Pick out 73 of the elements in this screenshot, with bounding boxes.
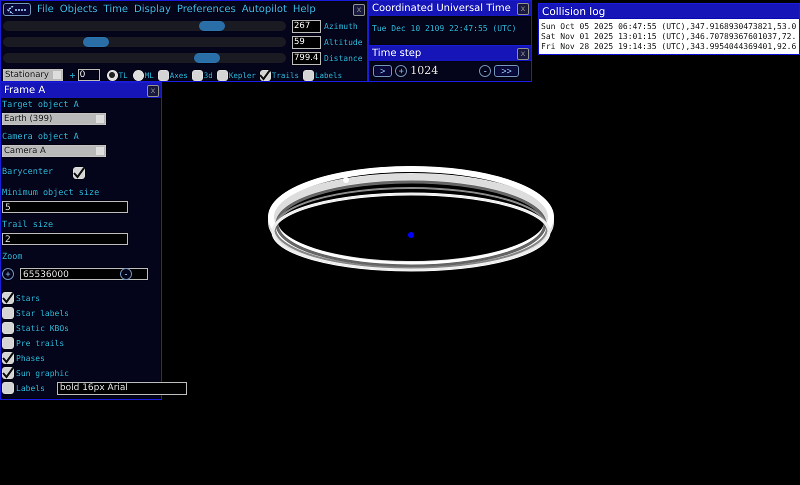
field-label: Barycenter (2, 166, 54, 179)
menu-item[interactable]: Preferences (176, 4, 236, 15)
slider-thumb[interactable] (199, 21, 226, 31)
menu-item[interactable]: Time (104, 4, 128, 15)
checkbox-label: Stars (16, 294, 40, 302)
checkbox[interactable] (2, 337, 14, 349)
decrease-button[interactable]: - (479, 64, 492, 76)
field-label: Minimum object size (2, 187, 100, 200)
radio-button[interactable] (132, 70, 144, 80)
menu-item[interactable]: Help (292, 4, 316, 15)
window-title: Collision log (542, 6, 606, 18)
input-field[interactable]: 5 (2, 201, 128, 213)
radio-button[interactable] (106, 70, 118, 80)
input-field[interactable]: 2 (2, 233, 128, 245)
checkbox-label: Star labels (16, 308, 69, 318)
close-button[interactable]: x (353, 4, 365, 16)
log-entry: Sun Oct 05 2025 06:47:55 (UTC),347.9168930473821,53.0 (541, 22, 797, 32)
checkbox[interactable] (2, 307, 14, 319)
value-field[interactable]: 267 (292, 20, 321, 32)
menu-item[interactable]: File (37, 4, 54, 15)
menu-item[interactable]: Autopilot (242, 4, 287, 15)
close-button[interactable]: x (147, 84, 159, 96)
value-field[interactable]: 799.4 (292, 52, 321, 64)
checkbox-label: Pre trails (16, 338, 64, 348)
checkbox-label: Static KBOs (16, 324, 69, 332)
field-label: Target object A (2, 99, 79, 112)
checkbox[interactable] (2, 292, 14, 304)
target-dropdown[interactable]: Earth (399) (2, 113, 106, 125)
time-step-value: 1024 (410, 64, 440, 77)
label-font-field[interactable]: bold 16px Arial (56, 382, 187, 394)
offset-field[interactable]: 0 (78, 69, 100, 81)
checkbox-label: Phases (16, 354, 45, 362)
checkbox[interactable] (2, 322, 14, 334)
mode-dropdown[interactable]: Stationary (3, 69, 63, 81)
checkbox[interactable] (2, 367, 14, 379)
central-body-marker (408, 232, 414, 238)
log-entry: Fri Nov 28 2025 19:14:35 (UTC),343.9954044369401,92.6 (541, 42, 797, 52)
checkbox[interactable] (2, 382, 14, 394)
slider-thumb[interactable] (83, 37, 110, 47)
value-field[interactable]: 59 (292, 36, 321, 48)
checkbox[interactable] (260, 70, 271, 80)
checkbox[interactable] (216, 70, 228, 80)
camera-dropdown[interactable]: Camera A (2, 145, 106, 157)
slider-thumb[interactable] (194, 53, 220, 63)
checkbox[interactable] (2, 352, 14, 364)
checkbox-label: Labels (16, 384, 45, 392)
back-arrow-icon (7, 6, 27, 14)
increase-button[interactable]: + (395, 64, 408, 76)
checkbox[interactable] (73, 166, 86, 178)
log-entry: Sat Nov 01 2025 13:01:15 (UTC),346.70789367601037,72. (541, 32, 797, 42)
menu-item[interactable]: Display (134, 4, 171, 15)
back-button[interactable] (3, 3, 31, 16)
utc-time: Tue Dec 10 2109 22:47:55 (UTC) (371, 23, 518, 35)
field-label: Trail size (2, 219, 54, 232)
slider-label: Distance (324, 54, 363, 62)
zoom-in-button[interactable]: + (2, 268, 14, 280)
window-title: Time step (372, 48, 422, 59)
checkbox-label: Sun graphic (16, 368, 69, 378)
field-label: Camera object A (2, 131, 79, 144)
offset-label: + (68, 70, 76, 80)
checkbox[interactable] (192, 70, 203, 80)
checkbox[interactable] (158, 70, 169, 80)
fast-forward-button[interactable]: >> (494, 64, 519, 76)
checkbox[interactable] (303, 70, 314, 80)
close-button[interactable]: x (517, 48, 529, 60)
forward-button[interactable]: > (373, 64, 392, 76)
menu-item[interactable]: Objects (60, 4, 98, 15)
close-button[interactable]: x (517, 2, 529, 14)
slider-label: Altitude (324, 38, 363, 46)
window-title: Coordinated Universal Time (372, 3, 511, 14)
slider-label: Azimuth (324, 22, 358, 30)
window-title: Frame A (4, 85, 46, 96)
field-label: Zoom (2, 251, 22, 264)
